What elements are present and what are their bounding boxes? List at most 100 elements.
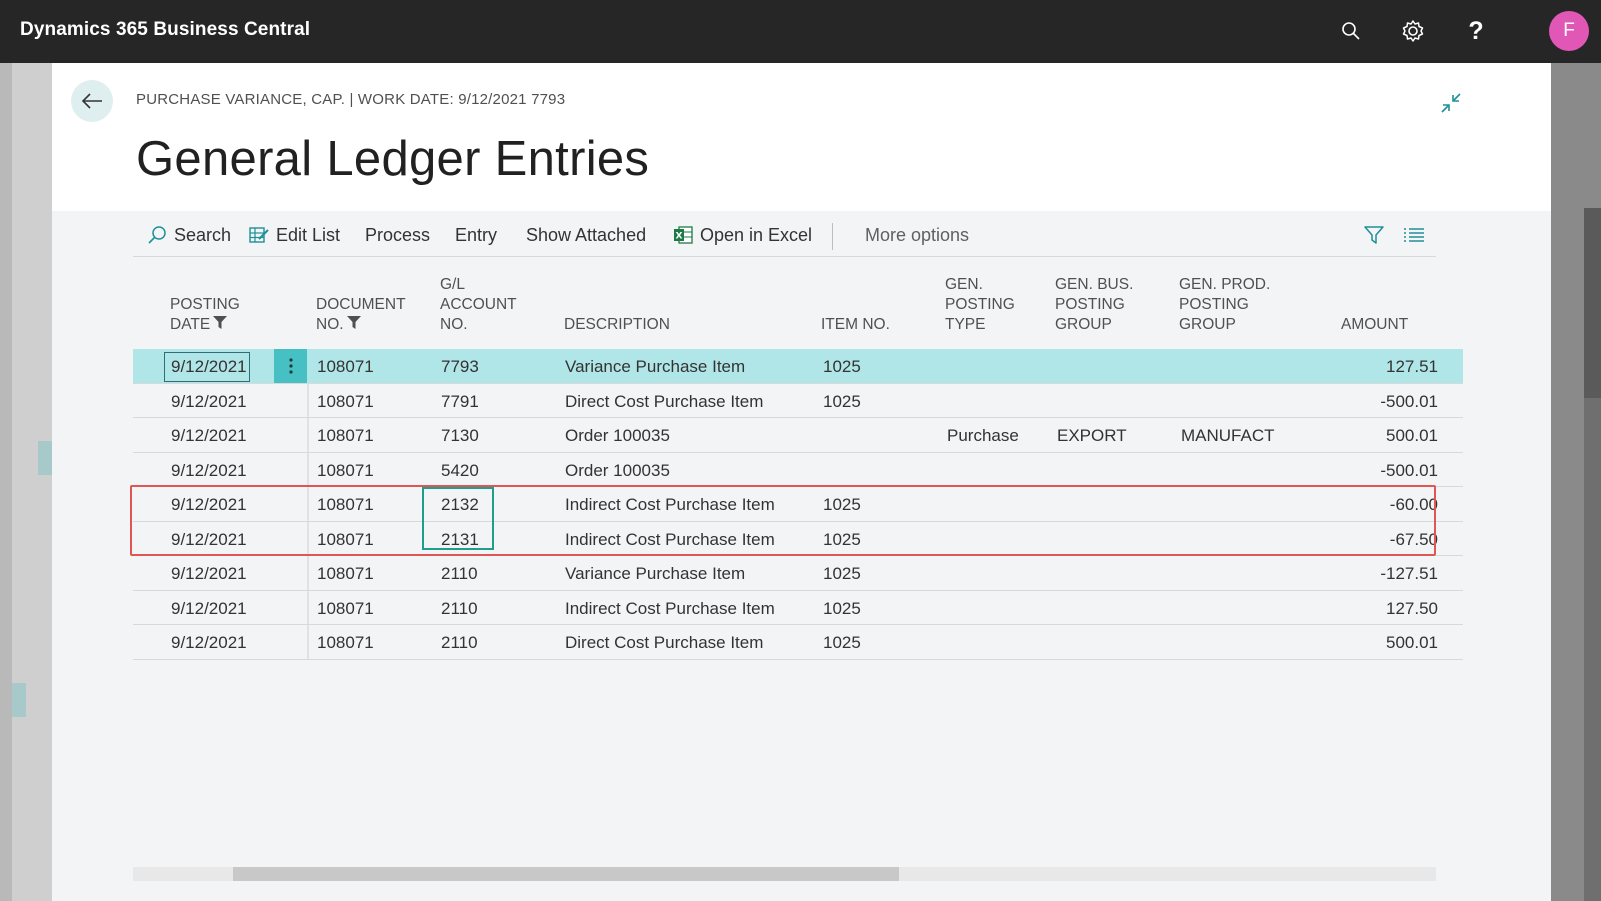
cell-amount[interactable]: -67.50	[1390, 530, 1438, 550]
gear-icon[interactable]	[1398, 16, 1428, 46]
cell-document-no[interactable]: 108071	[317, 530, 374, 550]
more-options-button[interactable]: More options	[865, 220, 969, 250]
cell-gen-bus-posting-group[interactable]: EXPORT	[1057, 426, 1127, 446]
cell-amount[interactable]: 500.01	[1386, 633, 1438, 653]
table-row[interactable]: 9/12/2021 108071 7793 Variance Purchase …	[133, 349, 1463, 384]
table-row[interactable]: 9/12/2021 108071 2131 Indirect Cost Purc…	[133, 521, 1463, 556]
column-header-gen-bus-posting-group[interactable]: GEN. BUS. POSTING GROUP	[1055, 275, 1133, 335]
background-page-left	[0, 63, 52, 901]
horizontal-scrollbar[interactable]	[133, 867, 1436, 881]
column-header-gen-posting-type[interactable]: GEN. POSTING TYPE	[945, 275, 1015, 335]
edit-list-button[interactable]: Edit List	[249, 220, 340, 250]
cell-gen-prod-posting-group[interactable]: MANUFACT	[1181, 426, 1275, 446]
cell-amount[interactable]: -500.01	[1380, 461, 1438, 481]
column-header-gen-prod-posting-group[interactable]: GEN. PROD. POSTING GROUP	[1179, 275, 1270, 335]
cell-amount[interactable]: -500.01	[1380, 392, 1438, 412]
cell-description[interactable]: Order 100035	[565, 461, 670, 481]
cell-description[interactable]: Direct Cost Purchase Item	[565, 392, 763, 412]
filter-active-icon	[213, 315, 228, 335]
table-row[interactable]: 9/12/2021 108071 5420 Order 100035 -500.…	[133, 452, 1463, 487]
cell-document-no[interactable]: 108071	[317, 564, 374, 584]
cell-gl-account-no[interactable]: 2131	[441, 530, 479, 550]
cell-item-no[interactable]: 1025	[823, 633, 861, 653]
cell-amount[interactable]: -127.51	[1380, 564, 1438, 584]
filter-icon[interactable]	[1361, 223, 1387, 247]
entry-label: Entry	[455, 224, 498, 245]
cell-item-no[interactable]: 1025	[823, 564, 861, 584]
back-button[interactable]	[71, 80, 113, 122]
cell-document-no[interactable]: 108071	[317, 495, 374, 515]
column-header-document-no[interactable]: DOCUMENT NO.	[316, 295, 406, 335]
cell-gl-account-no[interactable]: 7130	[441, 426, 479, 446]
list-view-icon[interactable]	[1401, 223, 1427, 247]
cell-description[interactable]: Order 100035	[565, 426, 670, 446]
cell-amount[interactable]: 127.50	[1386, 599, 1438, 619]
collapse-icon[interactable]	[1439, 91, 1463, 115]
column-header-amount[interactable]: AMOUNT	[1341, 315, 1408, 335]
cell-description[interactable]: Variance Purchase Item	[565, 357, 745, 377]
column-header-item-no[interactable]: ITEM NO.	[821, 315, 890, 335]
cell-document-no[interactable]: 108071	[317, 633, 374, 653]
column-header-posting-date[interactable]: POSTING DATE	[170, 295, 240, 335]
column-header-description[interactable]: DESCRIPTION	[564, 315, 670, 335]
open-in-excel-button[interactable]: X Open in Excel	[673, 220, 812, 250]
cell-posting-date[interactable]: 9/12/2021	[171, 633, 247, 653]
cell-gl-account-no[interactable]: 2110	[441, 599, 478, 619]
table-body: 9/12/2021 108071 7793 Variance Purchase …	[133, 349, 1463, 660]
cell-item-no[interactable]: 1025	[823, 357, 861, 377]
cell-description[interactable]: Indirect Cost Purchase Item	[565, 530, 775, 550]
process-menu[interactable]: Process	[365, 220, 430, 250]
cell-item-no[interactable]: 1025	[823, 530, 861, 550]
cell-item-no[interactable]: 1025	[823, 392, 861, 412]
cell-posting-date[interactable]: 9/12/2021	[171, 530, 247, 550]
horizontal-scrollbar-thumb[interactable]	[233, 867, 899, 881]
column-header-gl-account-no[interactable]: G/L ACCOUNT NO.	[440, 275, 517, 335]
cell-posting-date[interactable]: 9/12/2021	[171, 357, 247, 377]
cell-gl-account-no[interactable]: 2132	[441, 495, 479, 515]
table-row[interactable]: 9/12/2021 108071 7130 Order 100035 Purch…	[133, 418, 1463, 453]
cell-gl-account-no[interactable]: 2110	[441, 564, 478, 584]
cell-description[interactable]: Indirect Cost Purchase Item	[565, 599, 775, 619]
cell-amount[interactable]: 127.51	[1386, 357, 1438, 377]
entry-menu[interactable]: Entry	[455, 220, 497, 250]
cell-posting-date[interactable]: 9/12/2021	[171, 495, 247, 515]
cell-document-no[interactable]: 108071	[317, 599, 374, 619]
cell-document-no[interactable]: 108071	[317, 392, 374, 412]
cell-description[interactable]: Direct Cost Purchase Item	[565, 633, 763, 653]
cell-gl-account-no[interactable]: 7793	[441, 357, 479, 377]
table-row[interactable]: 9/12/2021 108071 2110 Variance Purchase …	[133, 556, 1463, 591]
cell-document-no[interactable]: 108071	[317, 461, 374, 481]
cell-posting-date[interactable]: 9/12/2021	[171, 461, 247, 481]
cell-gl-account-no[interactable]: 7791	[441, 392, 479, 412]
table-row[interactable]: 9/12/2021 108071 2132 Indirect Cost Purc…	[133, 487, 1463, 522]
table-row[interactable]: 9/12/2021 108071 2110 Indirect Cost Purc…	[133, 590, 1463, 625]
cell-gl-account-no[interactable]: 5420	[441, 461, 479, 481]
cell-gl-account-no[interactable]: 2110	[441, 633, 478, 653]
cell-document-no[interactable]: 108071	[317, 426, 374, 446]
cell-posting-date[interactable]: 9/12/2021	[171, 564, 247, 584]
page-title: General Ledger Entries	[136, 132, 650, 186]
avatar[interactable]: F	[1549, 11, 1589, 51]
search-icon[interactable]	[1336, 16, 1366, 46]
cell-document-no[interactable]: 108071	[317, 357, 374, 377]
table-row[interactable]: 9/12/2021 108071 2110 Direct Cost Purcha…	[133, 625, 1463, 660]
page-scrollbar-thumb[interactable]	[1584, 208, 1601, 398]
cell-item-no[interactable]: 1025	[823, 495, 861, 515]
cell-item-no[interactable]: 1025	[823, 599, 861, 619]
cell-posting-date[interactable]: 9/12/2021	[171, 599, 247, 619]
cell-description[interactable]: Indirect Cost Purchase Item	[565, 495, 775, 515]
help-icon[interactable]: ?	[1461, 16, 1491, 46]
action-separator	[832, 223, 833, 250]
table-row[interactable]: 9/12/2021 108071 7791 Direct Cost Purcha…	[133, 383, 1463, 418]
cell-description[interactable]: Variance Purchase Item	[565, 564, 745, 584]
cell-amount[interactable]: -60.00	[1390, 495, 1438, 515]
search-button[interactable]: Search	[147, 220, 231, 250]
row-actions-button[interactable]	[274, 349, 307, 383]
search-icon	[147, 225, 167, 245]
app-title[interactable]: Dynamics 365 Business Central	[20, 19, 310, 41]
cell-posting-date[interactable]: 9/12/2021	[171, 426, 247, 446]
cell-amount[interactable]: 500.01	[1386, 426, 1438, 446]
cell-posting-date[interactable]: 9/12/2021	[171, 392, 247, 412]
cell-gen-posting-type[interactable]: Purchase	[947, 426, 1019, 446]
show-attached-button[interactable]: Show Attached	[526, 220, 646, 250]
